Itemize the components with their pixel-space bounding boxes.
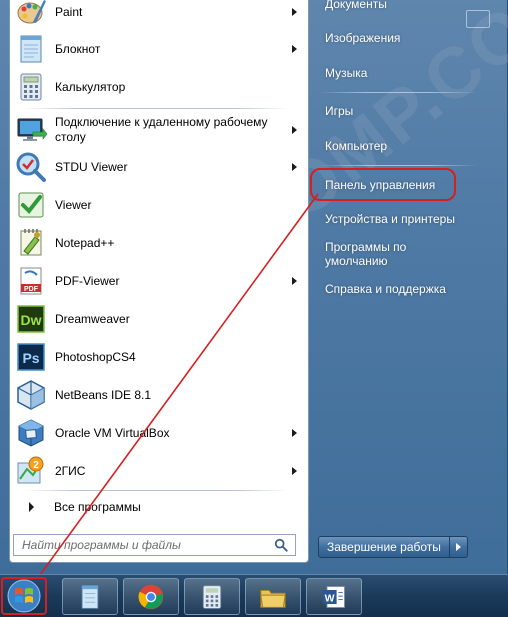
taskbar-explorer-button[interactable] bbox=[245, 578, 301, 615]
chrome-icon bbox=[138, 584, 164, 609]
taskbar-chrome-button[interactable] bbox=[123, 578, 179, 615]
taskbar-word-button[interactable]: W bbox=[306, 578, 362, 615]
start-button[interactable] bbox=[1, 577, 47, 615]
word-icon: W bbox=[322, 585, 345, 608]
notepad-icon bbox=[81, 584, 99, 609]
annotation-line bbox=[25, 193, 319, 595]
taskbar-calculator-button[interactable] bbox=[184, 578, 240, 615]
taskbar: W bbox=[0, 574, 508, 617]
calculator-icon bbox=[202, 584, 222, 609]
windows-logo-icon bbox=[7, 579, 41, 613]
file-explorer-icon bbox=[260, 589, 286, 608]
taskbar-notepad-button[interactable] bbox=[62, 578, 118, 615]
word-icon-text: W bbox=[325, 592, 335, 604]
